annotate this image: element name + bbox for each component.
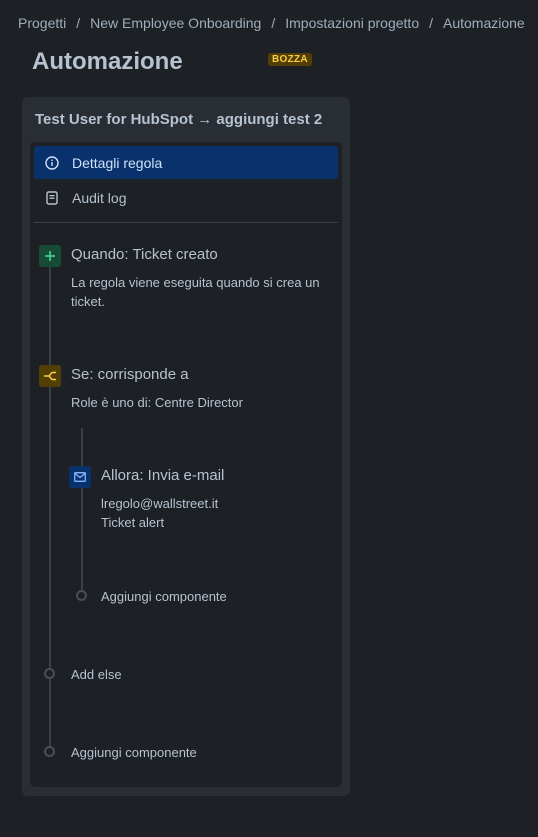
- condition-title[interactable]: Se: corrisponde a: [71, 366, 189, 383]
- add-component-link[interactable]: Aggiungi componente: [71, 745, 197, 760]
- nav-rule-details[interactable]: Dettagli regola: [34, 146, 338, 179]
- condition-description: Role è uno di: Centre Director: [71, 395, 243, 410]
- trigger-description: La regola viene eseguita quando si crea …: [71, 275, 320, 309]
- document-icon: [44, 190, 60, 206]
- add-else-link[interactable]: Add else: [71, 667, 122, 682]
- plus-icon: [39, 245, 61, 267]
- mail-icon: [69, 466, 91, 488]
- flow-connector: [49, 264, 51, 754]
- action-subject: Ticket alert: [101, 515, 165, 530]
- rule-name: Test User for HubSpot → aggiungi test 2: [35, 111, 323, 128]
- nav-rule-details-label: Dettagli regola: [72, 154, 163, 171]
- action-recipient: lregolo@wallstreet.it: [101, 496, 219, 511]
- info-icon: [44, 155, 60, 171]
- rule-content: Dettagli regola Audit log Quando: Ticket…: [30, 142, 342, 787]
- breadcrumb-separator: /: [429, 15, 433, 31]
- nav-audit-log[interactable]: Audit log: [34, 181, 338, 214]
- action-title[interactable]: Allora: Invia e-mail: [101, 467, 224, 484]
- breadcrumb-item-automation[interactable]: Automazione: [443, 15, 525, 31]
- nested-connector: [81, 428, 83, 592]
- add-else-dot: [44, 668, 55, 679]
- add-component-dot: [44, 746, 55, 757]
- add-node-dot: [76, 590, 87, 601]
- divider: [34, 222, 338, 223]
- breadcrumb-item-project-settings[interactable]: Impostazioni progetto: [285, 15, 419, 31]
- breadcrumb-item-project[interactable]: New Employee Onboarding: [90, 15, 261, 31]
- breadcrumb: Progetti / New Employee Onboarding / Imp…: [18, 15, 525, 31]
- page-title: Automazione: [32, 48, 183, 75]
- branch-icon: [39, 365, 61, 387]
- rule-panel: Test User for HubSpot → aggiungi test 2 …: [22, 97, 350, 796]
- breadcrumb-separator: /: [76, 15, 81, 31]
- add-component-nested-link[interactable]: Aggiungi componente: [101, 589, 227, 604]
- breadcrumb-separator: /: [271, 15, 276, 31]
- status-badge: BOZZA: [268, 53, 312, 66]
- breadcrumb-item-projects[interactable]: Progetti: [18, 15, 66, 31]
- trigger-title[interactable]: Quando: Ticket creato: [71, 246, 218, 263]
- nav-audit-log-label: Audit log: [72, 189, 127, 206]
